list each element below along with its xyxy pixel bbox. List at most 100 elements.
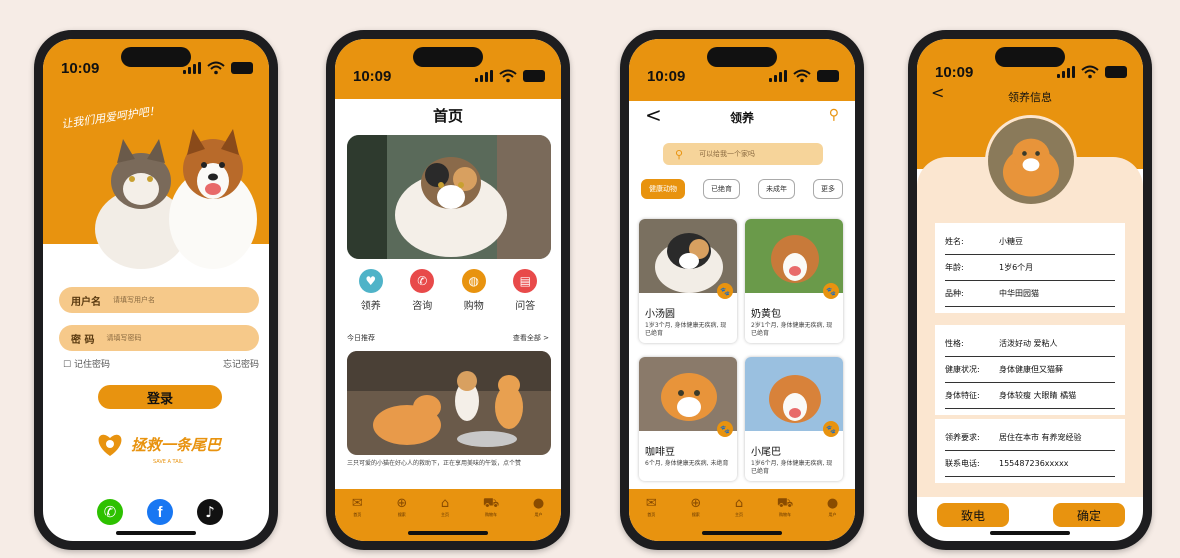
call-button[interactable]: 致电	[937, 503, 1009, 527]
pet-photo	[639, 219, 737, 293]
adoption-requirements: 领养要求: 居住在本市 有养宠经验 联系电话: 155487236xxxxx	[935, 419, 1125, 483]
filter-chips: 健康动物 已绝育 未成年 更多	[641, 179, 843, 199]
quick-adopt[interactable]: ♥ 领养	[358, 269, 383, 312]
status-time: 10:09	[353, 67, 392, 85]
see-all-link[interactable]: 查看全部 >	[513, 333, 549, 343]
wifi-icon	[207, 61, 225, 75]
page-title: 首页	[432, 107, 463, 125]
section-title: 今日推荐	[347, 334, 375, 342]
pet-photo	[639, 357, 737, 431]
quick-shop[interactable]: ◍ 购物	[461, 269, 486, 312]
tab-home[interactable]: ✉ 首页	[352, 496, 363, 518]
forgot-password-link[interactable]: 忘记密码	[223, 357, 259, 370]
adopt-screen: 10:09 < 领养 ⚲ ⚲ 可以给我一个家吗 健康动物 已绝育 未成年 更多	[629, 39, 855, 541]
search-icon[interactable]: ⚲	[829, 107, 839, 123]
page-title: 领养	[729, 111, 754, 125]
dynamic-island	[995, 47, 1065, 67]
signal-icon	[1057, 66, 1075, 78]
home-icon: ⌂	[734, 495, 744, 511]
info-screen: 10:09 < 领养信息 姓名:小糖豆 年龄:1岁6个月 品种:中华田园猫	[917, 39, 1143, 541]
tab-user[interactable]: ● 用户	[532, 495, 545, 518]
tab-main[interactable]: ⌂ 主页	[440, 495, 450, 518]
logo-text: 拯救一条尾巴	[131, 435, 222, 454]
chip-healthy[interactable]: 健康动物	[641, 179, 685, 199]
health-info: 性格: 活泼好动 爱粘人 健康状况: 身体健康但又猫藓 身体特征: 身体较瘦 大眼睛 …	[935, 325, 1125, 415]
pet-card[interactable]: 🐾 小汤圆 1岁3个月, 身体健康无疾病, 现已绝育	[639, 219, 737, 343]
status-time: 10:09	[935, 63, 974, 81]
tiktok-icon[interactable]: ♪	[197, 499, 223, 525]
cart-icon: ⛟	[776, 495, 794, 511]
password-input[interactable]: 请填写密码	[106, 333, 141, 343]
tab-bar: ✉ 首页 ⊕ 搜索 ⌂ 主页 ⛟ 购物车 ● 用户	[335, 489, 561, 525]
password-label: 密 码	[71, 334, 95, 346]
page-title: 领养信息	[1008, 91, 1052, 104]
pet-avatar	[985, 115, 1077, 207]
pet-card[interactable]: 🐾 奶黄包 2岁1个月, 身体健康无疾病, 现已绝育	[745, 219, 843, 343]
login-screen: 10:09 让我们用爱呵护吧！ 用户名 请填写用户名 密 码 请填写密码 ☐ 记…	[43, 39, 269, 541]
wechat-icon[interactable]: ✆	[97, 499, 123, 525]
tab-search[interactable]: ⊕ 搜索	[690, 495, 702, 518]
phone-info: 10:09 < 领养信息 姓名:小糖豆 年龄:1岁6个月 品种:中华田园猫	[908, 30, 1152, 550]
pet-card[interactable]: 🐾 咖啡豆 6个月, 身体健康无疾病, 未绝育	[639, 357, 737, 481]
facebook-icon[interactable]: f	[147, 499, 173, 525]
pet-card[interactable]: 🐾 小尾巴 1岁6个月, 身体健康无疾病, 现已绝育	[745, 357, 843, 481]
globe-icon: ⊕	[396, 495, 408, 511]
shop-icon: ◍	[461, 269, 486, 293]
battery-icon	[1105, 66, 1127, 78]
info-row: 姓名: 小糖豆	[945, 229, 1115, 255]
heart-paw-icon	[98, 434, 122, 456]
search-input[interactable]: 可以给我一个家吗	[699, 149, 755, 159]
app-logo: 拯救一条尾巴	[95, 431, 221, 457]
heart-icon: ♥	[358, 269, 383, 293]
chip-young[interactable]: 未成年	[758, 179, 795, 199]
wifi-icon	[1081, 65, 1099, 79]
wifi-icon	[499, 69, 517, 83]
confirm-button[interactable]: 确定	[1053, 503, 1125, 527]
quick-actions: ♥ 领养 ✆ 咨询 ◍ 购物 ▤ 问答	[345, 269, 551, 312]
paw-icon[interactable]: 🐾	[717, 283, 733, 299]
chip-more[interactable]: 更多	[813, 179, 843, 199]
tab-cart[interactable]: ⛟ 购物车	[482, 495, 500, 518]
pet-name: 小汤圆	[645, 309, 675, 320]
tab-search[interactable]: ⊕ 搜索	[396, 495, 408, 518]
phone-home: 10:09 首页 ♥ 领养 ✆ 咨询 ◍ 购物 ▤ 问答 今日推荐 查看全部 >…	[326, 30, 570, 550]
tab-user[interactable]: ● 用户	[826, 495, 839, 518]
paw-icon[interactable]: 🐾	[823, 283, 839, 299]
paw-icon[interactable]: 🐾	[717, 421, 733, 437]
mockup-stage: 10:09 让我们用爱呵护吧！ 用户名 请填写用户名 密 码 请填写密码 ☐ 记…	[0, 0, 1180, 558]
info-row: 年龄: 1岁6个月	[945, 255, 1115, 281]
info-row: 健康状况: 身体健康但又猫藓	[945, 357, 1115, 383]
story-image[interactable]	[347, 351, 551, 455]
quick-consult[interactable]: ✆ 咨询	[410, 269, 435, 312]
username-field[interactable]: 用户名 请填写用户名	[59, 287, 259, 313]
phone-login: 10:09 让我们用爱呵护吧！ 用户名 请填写用户名 密 码 请填写密码 ☐ 记…	[34, 30, 278, 550]
globe-icon: ⊕	[690, 495, 702, 511]
user-icon: ●	[826, 495, 839, 511]
pet-name: 咖啡豆	[645, 447, 675, 458]
password-field[interactable]: 密 码 请填写密码	[59, 325, 259, 351]
pet-desc: 6个月, 身体健康无疾病, 未绝育	[645, 460, 729, 467]
chip-neutered[interactable]: 已绝育	[703, 179, 740, 199]
home-icon: ⌂	[440, 495, 450, 511]
login-button[interactable]: 登录	[98, 385, 222, 409]
paw-icon[interactable]: 🐾	[823, 421, 839, 437]
username-input[interactable]: 请填写用户名	[113, 295, 155, 305]
tab-main[interactable]: ⌂ 主页	[734, 495, 744, 518]
search-bar[interactable]: ⚲ 可以给我一个家吗	[663, 143, 823, 165]
tab-home[interactable]: ✉ 首页	[646, 496, 657, 518]
basic-info: 姓名: 小糖豆 年龄: 1岁6个月 品种: 中华田园猫	[935, 223, 1125, 313]
banner-image[interactable]	[347, 135, 551, 259]
user-icon: ●	[532, 495, 545, 511]
home-indicator	[702, 531, 782, 535]
pet-name: 小尾巴	[751, 447, 781, 458]
remember-row: ☐ 记住密码 忘记密码	[63, 357, 259, 370]
remember-checkbox[interactable]: ☐ 记住密码	[63, 357, 110, 370]
home-indicator	[116, 531, 196, 535]
username-label: 用户名	[71, 296, 101, 308]
info-row: 身体特征: 身体较瘦 大眼睛 橘猫	[945, 383, 1115, 409]
quick-qa[interactable]: ▤ 问答	[513, 269, 538, 312]
tab-cart[interactable]: ⛟ 购物车	[776, 495, 794, 518]
home-indicator	[990, 531, 1070, 535]
battery-icon	[817, 70, 839, 82]
cart-icon: ⛟	[482, 495, 500, 511]
